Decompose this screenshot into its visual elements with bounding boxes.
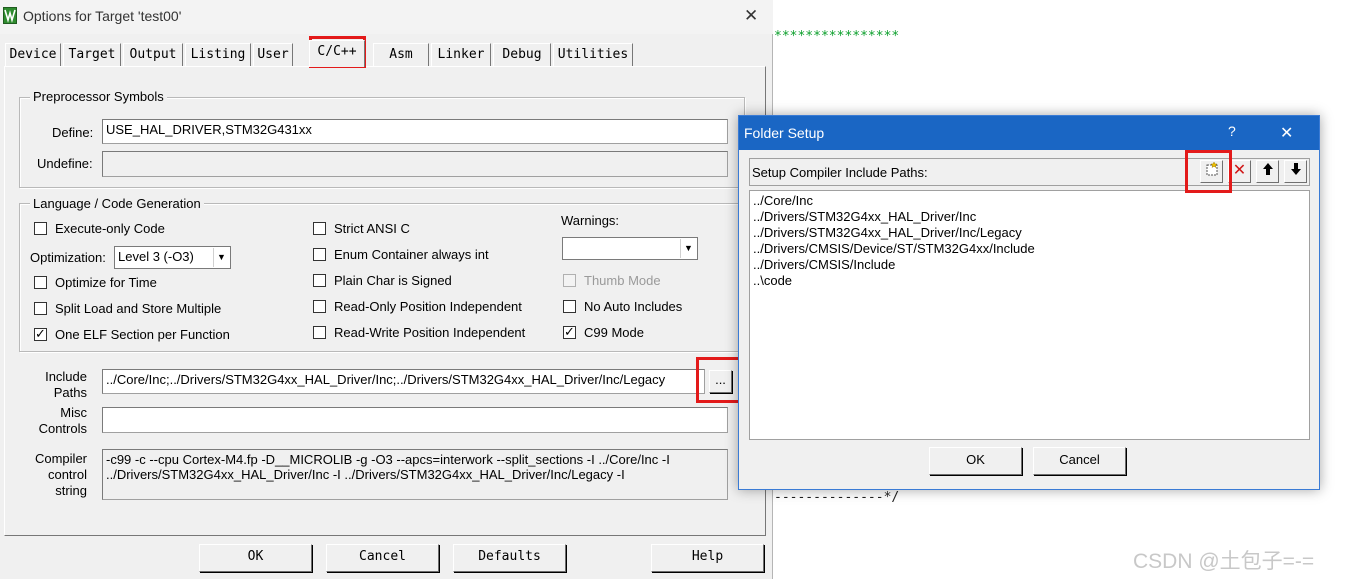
chevron-down-icon: ▼: [213, 248, 229, 267]
split-load-label: Split Load and Store Multiple: [55, 301, 222, 316]
no-auto-includes-label: No Auto Includes: [584, 299, 683, 314]
include-browse-button[interactable]: ...: [709, 370, 732, 393]
preprocessor-title: Preprocessor Symbols: [30, 89, 167, 104]
options-titlebar: Options for Target 'test00' ✕: [0, 0, 773, 34]
enum-container-label: Enum Container always int: [334, 247, 489, 262]
keil-app-icon: [3, 7, 17, 24]
split-load-checkbox[interactable]: [34, 302, 47, 315]
tab-device[interactable]: Device: [5, 43, 61, 66]
tab-asm[interactable]: Asm: [373, 43, 429, 66]
editor-comment-dashes: --------------*/: [774, 490, 900, 505]
c99-mode-checkbox[interactable]: ✓: [563, 324, 576, 339]
compiler-control-line-1: -c99 -c --cpu Cortex-M4.fp -D__MICROLIB …: [106, 452, 670, 467]
checkmark-icon: ✓: [35, 326, 46, 341]
optimization-select[interactable]: Level 3 (-O3) ▼: [114, 246, 231, 269]
one-elf-checkbox[interactable]: ✓: [34, 326, 47, 341]
strict-ansi-label: Strict ANSI C: [334, 221, 410, 236]
string-label: string: [55, 483, 87, 498]
no-auto-includes-checkbox[interactable]: [563, 300, 576, 313]
chevron-down-icon: ▼: [680, 239, 696, 258]
close-icon[interactable]: ✕: [1280, 123, 1293, 143]
cancel-button[interactable]: Cancel: [326, 544, 439, 572]
list-item[interactable]: ../Core/Inc: [753, 193, 813, 208]
options-dialog: Options for Target 'test00' ✕ Device Tar…: [0, 0, 773, 579]
folder-setup-title: Folder Setup: [744, 125, 825, 141]
undefine-input[interactable]: [102, 151, 728, 177]
c99-mode-label: C99 Mode: [584, 325, 644, 340]
thumb-mode-label: Thumb Mode: [584, 273, 661, 288]
include-paths-header-label: Setup Compiler Include Paths:: [752, 165, 928, 180]
folder-setup-dialog: Folder Setup ? ✕ Setup Compiler Include …: [738, 115, 1320, 490]
list-item[interactable]: ../Drivers/STM32G4xx_HAL_Driver/Inc: [753, 209, 976, 224]
warnings-select[interactable]: ▼: [562, 237, 698, 260]
tab-utilities[interactable]: Utilities: [553, 43, 633, 66]
include-label: Include: [45, 369, 87, 384]
tab-c-cpp[interactable]: C/C++: [309, 40, 365, 67]
include-paths-list[interactable]: ../Core/Inc ../Drivers/STM32G4xx_HAL_Dri…: [749, 190, 1310, 440]
tab-output[interactable]: Output: [123, 43, 183, 66]
ro-pi-label: Read-Only Position Independent: [334, 299, 522, 314]
execute-only-checkbox[interactable]: [34, 222, 47, 235]
tab-debug[interactable]: Debug: [493, 43, 551, 66]
optimization-label: Optimization:: [30, 250, 106, 265]
misc-label: Misc: [60, 405, 87, 420]
one-elf-label: One ELF Section per Function: [55, 327, 230, 342]
delete-button[interactable]: ✕: [1228, 160, 1251, 183]
tab-listing[interactable]: Listing: [185, 43, 251, 66]
watermark: CSDN @土包子=-=: [1133, 550, 1315, 573]
editor-comment-asterisks: ****************: [774, 29, 900, 44]
tab-target[interactable]: Target: [63, 43, 121, 66]
warnings-label: Warnings:: [561, 213, 620, 228]
delete-icon: ✕: [1232, 162, 1247, 179]
folder-cancel-button[interactable]: Cancel: [1033, 447, 1126, 475]
controls-label: Controls: [38, 421, 87, 436]
control-label: control: [47, 467, 87, 482]
compiler-label: Compiler: [34, 451, 87, 466]
defaults-button[interactable]: Defaults: [453, 544, 566, 572]
include-paths-header: Setup Compiler Include Paths:: [749, 158, 1310, 186]
misc-controls-input[interactable]: [102, 407, 728, 433]
help-button[interactable]: Help: [651, 544, 764, 572]
checkmark-icon: ✓: [564, 324, 575, 339]
folder-ok-button[interactable]: OK: [929, 447, 1022, 475]
optimize-time-checkbox[interactable]: [34, 276, 47, 289]
new-item-icon: [1206, 161, 1218, 176]
rw-pi-checkbox[interactable]: [313, 326, 326, 339]
move-up-button[interactable]: [1256, 160, 1279, 183]
optimize-time-label: Optimize for Time: [55, 275, 157, 290]
list-item[interactable]: ../Drivers/CMSIS/Device/ST/STM32G4xx/Inc…: [753, 241, 1035, 256]
close-icon[interactable]: ✕: [744, 6, 758, 26]
ok-button[interactable]: OK: [199, 544, 312, 572]
arrow-up-icon: [1262, 163, 1273, 175]
paths-label: Paths: [53, 385, 87, 400]
folder-setup-titlebar: Folder Setup ? ✕: [739, 116, 1319, 150]
undefine-label: Undefine:: [37, 156, 93, 171]
define-label: Define:: [52, 125, 94, 140]
thumb-mode-checkbox[interactable]: [563, 274, 576, 287]
plain-char-checkbox[interactable]: [313, 274, 326, 287]
move-down-button[interactable]: [1284, 160, 1307, 183]
list-item[interactable]: ..\code: [753, 273, 792, 288]
plain-char-label: Plain Char is Signed: [334, 273, 452, 288]
help-icon[interactable]: ?: [1228, 123, 1236, 139]
strict-ansi-checkbox[interactable]: [313, 222, 326, 235]
tab-linker[interactable]: Linker: [431, 43, 491, 66]
language-title: Language / Code Generation: [30, 196, 204, 211]
ro-pi-checkbox[interactable]: [313, 300, 326, 313]
new-folder-button[interactable]: [1200, 160, 1223, 183]
define-input[interactable]: USE_HAL_DRIVER,STM32G431xx: [102, 119, 728, 144]
options-title: Options for Target 'test00': [23, 8, 182, 24]
list-item[interactable]: ../Drivers/CMSIS/Include: [753, 257, 895, 272]
tab-user[interactable]: User: [253, 43, 293, 66]
arrow-down-icon: [1290, 163, 1301, 175]
rw-pi-label: Read-Write Position Independent: [334, 325, 526, 340]
enum-container-checkbox[interactable]: [313, 248, 326, 261]
compiler-control-string[interactable]: -c99 -c --cpu Cortex-M4.fp -D__MICROLIB …: [102, 449, 728, 500]
list-item[interactable]: ../Drivers/STM32G4xx_HAL_Driver/Inc/Lega…: [753, 225, 1022, 240]
compiler-control-line-2: ../Drivers/STM32G4xx_HAL_Driver/Inc -I .…: [106, 467, 625, 482]
include-paths-input[interactable]: ../Core/Inc;../Drivers/STM32G4xx_HAL_Dri…: [102, 369, 705, 394]
optimization-value: Level 3 (-O3): [118, 249, 194, 264]
execute-only-label: Execute-only Code: [55, 221, 165, 236]
